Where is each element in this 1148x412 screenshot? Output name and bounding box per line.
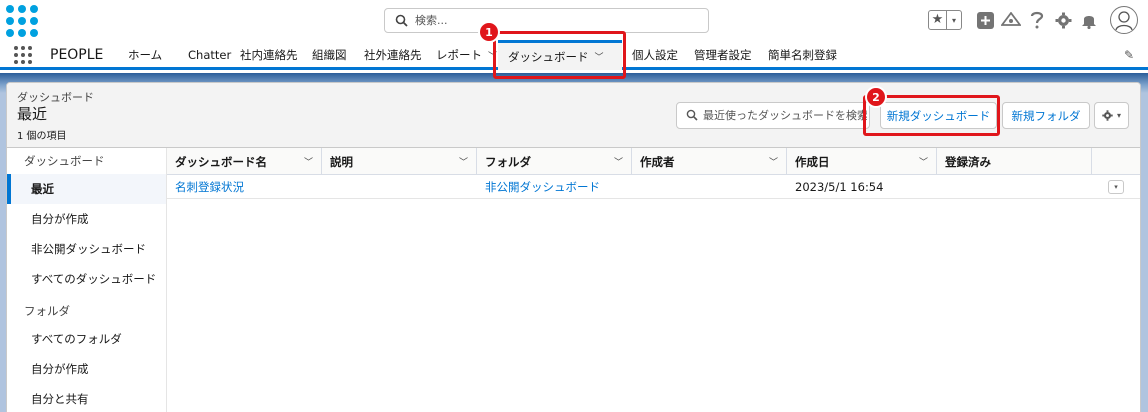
- global-actions-icon[interactable]: [974, 9, 996, 31]
- chevron-down-icon[interactable]: ﹀: [614, 155, 623, 168]
- header-utility-icons: ★ ▾: [928, 6, 1138, 34]
- nav-tab-label: 組織図: [312, 48, 347, 62]
- app-name: PEOPLE: [50, 47, 104, 63]
- chevron-down-icon[interactable]: ﹀: [769, 155, 778, 168]
- sidebar-item[interactable]: 自分と共有: [7, 384, 166, 412]
- row-actions-cell: ▾: [1092, 175, 1140, 199]
- sidebar-item[interactable]: 最近: [7, 174, 166, 204]
- chevron-down-icon[interactable]: ﹀: [919, 155, 928, 168]
- sidebar-item[interactable]: 自分が作成: [7, 354, 166, 384]
- sidebar-item[interactable]: 自分が作成: [7, 204, 166, 234]
- column-header[interactable]: 説明 ﹀: [322, 148, 477, 175]
- new-folder-button[interactable]: 新規フォルダ: [1002, 102, 1090, 129]
- chevron-down-icon[interactable]: ﹀: [459, 155, 468, 168]
- star-icon: ★: [929, 11, 947, 29]
- chevron-down-icon[interactable]: ﹀: [304, 155, 313, 168]
- column-header-label: 作成日: [795, 154, 830, 169]
- nav-items: ホーム Chatter 社内連絡先 組織図 社外連絡先 レポート ﹀ ダッシュボード ﹀ 個人設定…: [118, 40, 842, 70]
- table-header: ダッシュボード名 ﹀ 説明 ﹀ フォルダ ﹀ 作成者 ﹀ 作成日 ﹀ 登録済み: [167, 148, 1140, 175]
- column-header[interactable]: 作成者 ﹀: [632, 148, 787, 175]
- search-icon: [395, 14, 408, 30]
- gear-icon[interactable]: [1052, 9, 1074, 31]
- nav-tab-3[interactable]: 組織図: [302, 40, 354, 70]
- row-actions-menu-button[interactable]: ▾: [1108, 180, 1124, 194]
- list-settings-button[interactable]: ▾: [1094, 102, 1129, 129]
- edit-nav-pencil-icon[interactable]: ✎: [1124, 48, 1134, 62]
- column-header-label: 登録済み: [945, 154, 991, 169]
- nav-tab-label: 個人設定: [632, 48, 678, 62]
- nav-tab-label: 社外連絡先: [364, 48, 422, 62]
- nav-tab-label: Chatter: [188, 48, 232, 62]
- column-header[interactable]: 登録済み: [937, 148, 1092, 175]
- nav-tab-label: 簡単名刺登録: [768, 48, 837, 62]
- column-header-label: ダッシュボード名: [175, 154, 267, 169]
- app-launcher-icon[interactable]: [14, 46, 32, 64]
- nav-tab-label: ホーム: [128, 48, 163, 62]
- table-cell-created_by: [632, 175, 787, 199]
- help-icon[interactable]: [1026, 9, 1048, 31]
- sidebar-section-title: ダッシュボード: [24, 154, 105, 168]
- table-row: 名刺登録状況 非公開ダッシュボード 2023/5/1 16:54 ▾: [167, 175, 1140, 199]
- annotation-badge-2: 2: [865, 86, 887, 108]
- trailhead-icon[interactable]: [1000, 9, 1022, 31]
- page-title: 最近: [17, 105, 48, 123]
- table-cell-folder[interactable]: 非公開ダッシュボード: [477, 175, 632, 199]
- list-search[interactable]: [676, 102, 870, 129]
- nav-tab-label: 社内連絡先: [240, 48, 298, 62]
- nav-tab-label: 管理者設定: [694, 48, 752, 62]
- nav-tab-1[interactable]: Chatter: [178, 40, 232, 70]
- sidebar-section-title: フォルダ: [24, 304, 70, 318]
- column-header[interactable]: ダッシュボード名 ﹀: [167, 148, 322, 175]
- nav-tab-9[interactable]: 簡単名刺登録: [758, 40, 842, 70]
- column-header-label: 作成者: [640, 154, 675, 169]
- column-header-label: 説明: [330, 154, 353, 169]
- global-search-input[interactable]: [415, 12, 695, 29]
- table-cell-subscribed: [937, 175, 1092, 199]
- table-body: 名刺登録状況 非公開ダッシュボード 2023/5/1 16:54 ▾: [167, 175, 1140, 199]
- search-icon: [686, 109, 698, 124]
- nav-tab-5[interactable]: レポート ﹀: [426, 40, 498, 70]
- column-header-label: フォルダ: [485, 154, 531, 169]
- item-count: 1 個の項目: [17, 131, 67, 142]
- favorites-button[interactable]: ★ ▾: [928, 10, 962, 30]
- global-search[interactable]: [384, 8, 709, 33]
- annotation-highlight-dashboard-tab: [493, 31, 626, 79]
- column-header[interactable]: フォルダ ﹀: [477, 148, 632, 175]
- nav-tab-7[interactable]: 個人設定: [622, 40, 684, 70]
- chevron-down-icon: ▾: [951, 15, 956, 25]
- sidebar: ダッシュボード 最近 自分が作成 非公開ダッシュボード すべてのダッシュボード フォルダす…: [7, 148, 167, 412]
- nav-tab-4[interactable]: 社外連絡先: [354, 40, 426, 70]
- nav-tab-2[interactable]: 社内連絡先: [230, 40, 302, 70]
- app-logo[interactable]: [6, 5, 40, 37]
- notifications-bell-icon[interactable]: [1078, 9, 1100, 31]
- table-cell-name[interactable]: 名刺登録状況: [167, 175, 322, 199]
- list-search-input[interactable]: [703, 107, 867, 124]
- user-avatar[interactable]: [1110, 6, 1138, 34]
- gear-icon: [1102, 110, 1113, 121]
- table-cell-created_date: 2023/5/1 16:54: [795, 180, 884, 194]
- chevron-down-icon: ▾: [1114, 183, 1118, 191]
- table-cell-description: [322, 175, 477, 199]
- nav-tab-0[interactable]: ホーム: [118, 40, 178, 70]
- annotation-badge-1: 1: [478, 21, 500, 43]
- nav-tab-label: レポート: [436, 48, 482, 62]
- sidebar-item[interactable]: すべてのフォルダ: [7, 324, 166, 354]
- column-header-actions: [1092, 148, 1140, 175]
- column-header[interactable]: 作成日 ﹀: [787, 148, 937, 175]
- sidebar-item[interactable]: 非公開ダッシュボード: [7, 234, 166, 264]
- dashboard-table: ダッシュボード名 ﹀ 説明 ﹀ フォルダ ﹀ 作成者 ﹀ 作成日 ﹀ 登録済み 名刺登録状況 非公開ダ…: [167, 148, 1140, 199]
- nav-tab-8[interactable]: 管理者設定: [684, 40, 758, 70]
- sidebar-item[interactable]: すべてのダッシュボード: [7, 264, 166, 294]
- chevron-down-icon: ▾: [1116, 111, 1121, 120]
